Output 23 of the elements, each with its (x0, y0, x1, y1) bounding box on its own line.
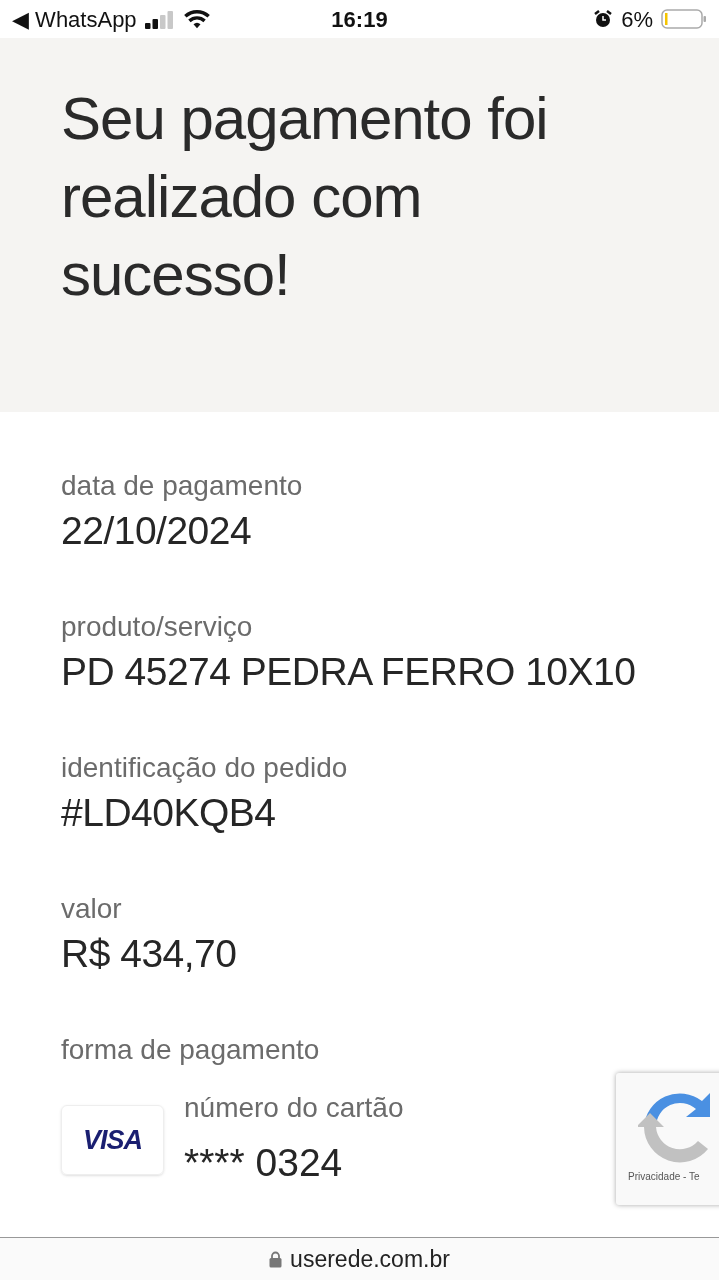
field-label: produto/serviço (61, 610, 254, 644)
back-link[interactable]: ◀ WhatsApp (12, 2, 137, 36)
clock-time: 16:19 (331, 5, 388, 34)
field-value: PD 45274 PEDRA FERRO 10X10 (61, 649, 637, 695)
wifi-icon (182, 8, 211, 30)
card-number: **** 0324 (184, 1140, 344, 1186)
lock-icon (269, 1250, 283, 1268)
alarm-clock-icon (593, 9, 614, 29)
battery-icon (661, 8, 707, 30)
recaptcha-text[interactable]: Privacidade - Te (628, 1169, 700, 1184)
field-label: número do cartão (184, 1091, 404, 1125)
field-value: R$ 434,70 (61, 931, 238, 977)
field-label: data de pagamento (61, 469, 304, 503)
field-value: 22/10/2024 (61, 508, 253, 554)
field-label: valor (61, 892, 123, 926)
battery-percent: 6% (621, 5, 653, 34)
success-title: Seu pagamento foi realizado com sucesso! (61, 84, 549, 310)
field-label: identificação do pedido (61, 751, 349, 785)
visa-card-logo: VISA (61, 1105, 164, 1175)
url-text[interactable]: userede.com.br (290, 1241, 450, 1277)
field-value: #LD40KQB4 (61, 790, 277, 836)
field-label: forma de pagamento (61, 1033, 321, 1067)
signal-icon (144, 9, 175, 29)
